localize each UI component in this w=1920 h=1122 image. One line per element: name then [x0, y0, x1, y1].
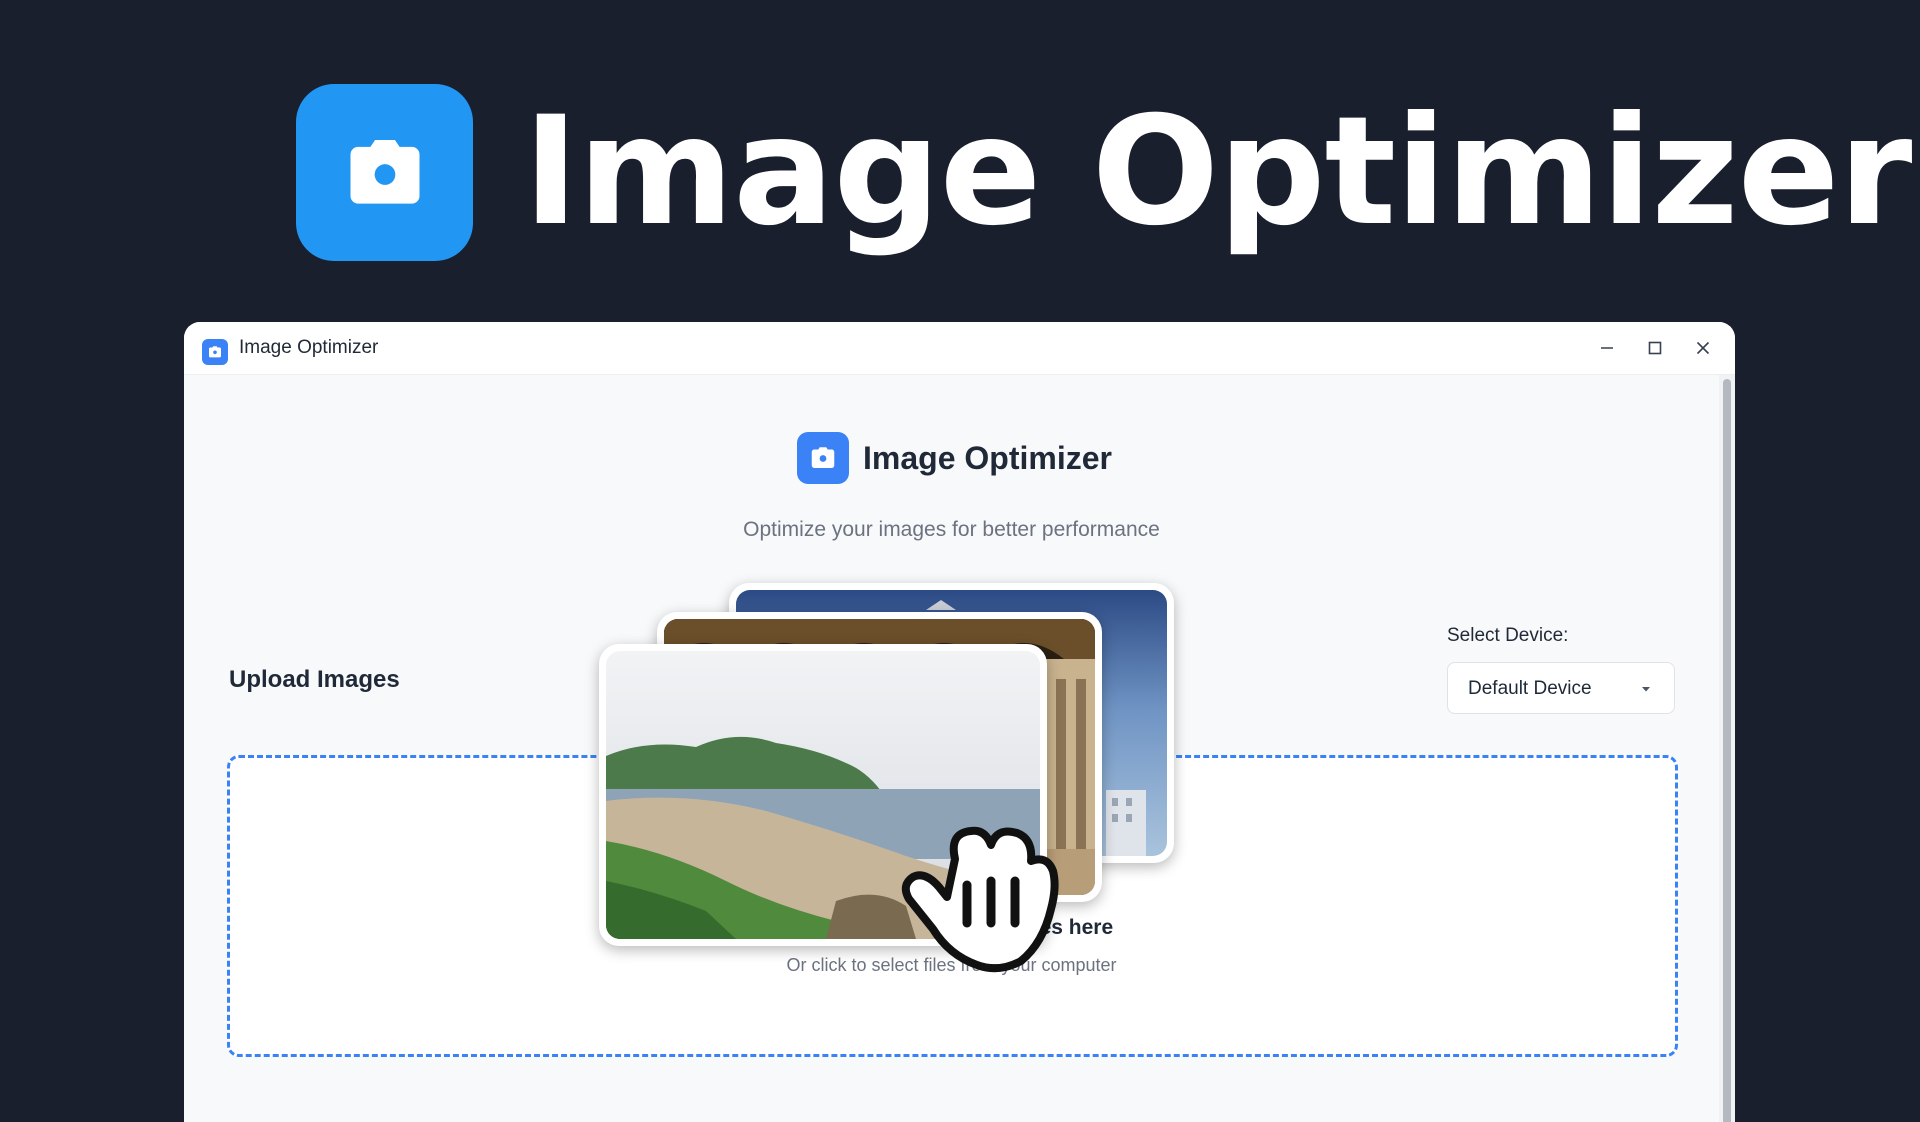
app-header-logo	[797, 432, 849, 484]
vertical-scrollbar[interactable]	[1719, 375, 1735, 1122]
hero-logo	[296, 84, 473, 261]
app-subtitle: Optimize your images for better performa…	[743, 518, 1160, 541]
camera-icon	[209, 346, 221, 358]
hero-title: Image Optimizer	[523, 85, 1912, 259]
caret-down-icon	[1642, 687, 1650, 692]
maximize-icon	[1648, 341, 1662, 355]
device-select-label: Select Device:	[1447, 625, 1569, 646]
upload-section-title: Upload Images	[229, 666, 400, 693]
app-header-title: Image Optimizer	[863, 440, 1112, 476]
app-logo	[202, 339, 228, 365]
minimize-icon	[1601, 347, 1613, 349]
hand-grab-cursor-icon	[901, 826, 1059, 973]
hero-banner: Image Optimizer	[0, 0, 1920, 300]
camera-icon	[811, 447, 835, 468]
scrollbar-thumb[interactable]	[1723, 379, 1731, 1122]
title-bar[interactable]: Image Optimizer	[184, 322, 1735, 375]
device-select-value: Default Device	[1468, 678, 1592, 699]
device-select[interactable]: Default Device	[1447, 662, 1675, 714]
minimize-button[interactable]	[1588, 332, 1626, 364]
maximize-button[interactable]	[1636, 332, 1674, 364]
window-title: Image Optimizer	[239, 337, 379, 358]
close-button[interactable]	[1684, 332, 1722, 364]
camera-icon	[350, 139, 419, 204]
close-icon	[1696, 341, 1710, 355]
